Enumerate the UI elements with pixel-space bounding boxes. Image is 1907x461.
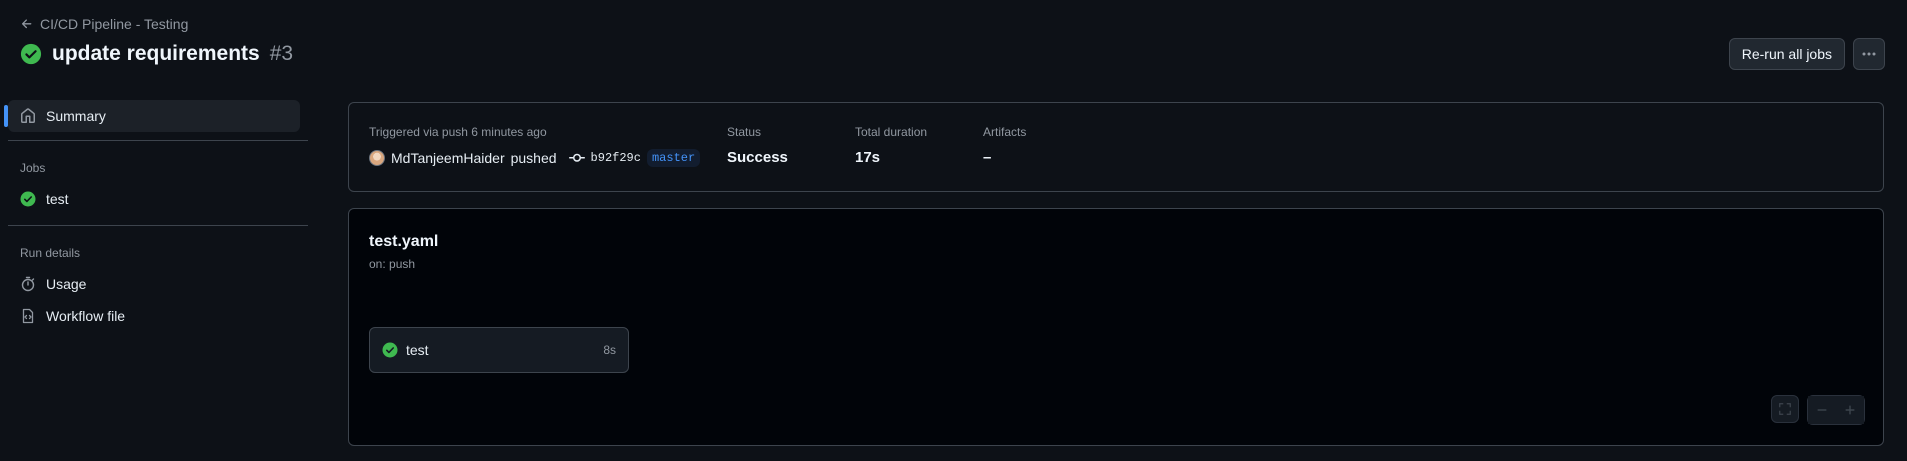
artifacts-label: Artifacts [983,125,1027,139]
status-value: Success [727,149,788,166]
action-text: pushed [510,150,557,166]
home-icon [21,108,35,123]
run-sidebar: Summary Jobs test Run details Usage Work… [0,100,308,332]
sidebar-divider [8,225,308,226]
duration-column: Total duration 17s [855,125,927,166]
sidebar-divider [8,140,308,141]
fullscreen-button[interactable] [1771,395,1799,423]
plus-icon [1845,405,1855,415]
job-node-test[interactable]: test 8s [369,327,629,373]
commit-sha-link[interactable]: b92f29c [591,151,641,165]
sidebar-item-label: test [46,191,69,207]
trigger-column: Triggered via push 6 minutes ago MdTanje… [369,125,701,167]
stopwatch-icon [21,276,35,292]
graph-zoom-controls [1771,395,1865,425]
workflow-run-page: CI/CD Pipeline - Testing update requirem… [0,0,1907,461]
status-label: Status [727,125,762,139]
sidebar-item-summary[interactable]: Summary [4,100,300,132]
branch-badge[interactable]: master [646,149,701,167]
sidebar-item-label: Usage [46,276,87,292]
screen-full-icon [1779,403,1791,415]
workflow-file-name: test.yaml [369,233,439,250]
page-title: update requirements #3 [20,42,293,66]
workflow-graph: test.yaml on: push test 8s [348,208,1884,446]
run-summary-card: Triggered via push 6 minutes ago MdTanje… [348,102,1884,192]
back-to-workflow-link[interactable]: CI/CD Pipeline - Testing [20,16,188,32]
header-actions: Re-run all jobs [1728,38,1885,70]
run-title-text: update requirements [52,42,260,65]
sidebar-item-label: Workflow file [46,308,126,324]
kebab-horizontal-icon [1862,52,1876,56]
rerun-all-jobs-button[interactable]: Re-run all jobs [1728,38,1845,70]
workflow-trigger: on: push [369,257,416,271]
duration-value: 17s [855,149,881,166]
artifacts-value: – [983,149,992,166]
sidebar-item-label: Summary [46,108,106,124]
actor-link[interactable]: MdTanjeemHaider [391,150,505,166]
back-link-label: CI/CD Pipeline - Testing [40,16,189,32]
zoom-in-button[interactable] [1836,396,1864,424]
jobs-section-heading: Jobs [20,161,46,175]
run-details-section-heading: Run details [20,246,81,260]
trigger-text: Triggered via push 6 minutes ago [369,125,547,139]
sidebar-item-job-test[interactable]: test [8,183,300,215]
run-number: #3 [269,42,294,65]
trigger-details: MdTanjeemHaider pushed b92f29c master [369,149,701,167]
arrow-left-icon [21,19,32,29]
duration-label: Total duration [855,125,928,139]
zoom-button-group [1807,395,1865,425]
avatar[interactable] [369,150,385,166]
more-options-button[interactable] [1853,38,1885,70]
artifacts-column: Artifacts – [983,125,1026,166]
minus-icon [1817,409,1827,411]
zoom-out-button[interactable] [1808,396,1836,424]
file-code-icon [22,308,34,324]
git-commit-icon [568,153,585,162]
sidebar-item-workflow-file[interactable]: Workflow file [8,300,300,332]
check-circle-icon [20,43,42,65]
job-duration: 8s [603,343,616,357]
job-node-label: test [406,342,429,358]
status-column: Status Success [727,125,788,166]
check-circle-icon [382,342,398,358]
check-circle-icon [20,191,36,207]
sidebar-item-usage[interactable]: Usage [8,268,300,300]
